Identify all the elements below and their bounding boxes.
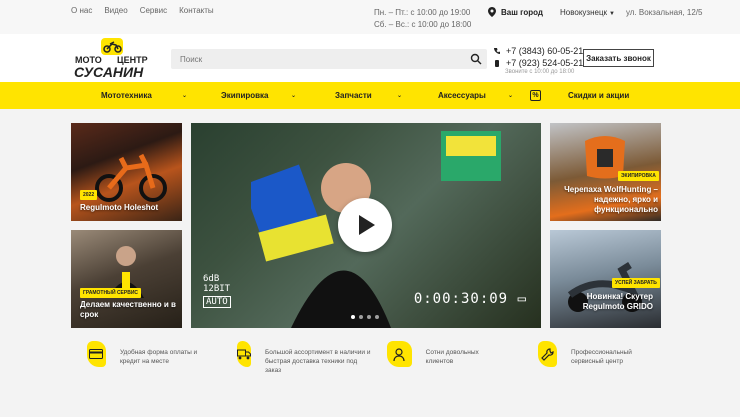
nav-label: Экипировка — [221, 91, 269, 100]
feature-text: Большой ассортимент в наличии и быстрая … — [265, 349, 371, 374]
camera-osd: 6dB 12BIT AUTO — [203, 274, 231, 308]
chevron-down-icon: ⌄ — [291, 93, 297, 99]
top-link-video[interactable]: Видео — [104, 6, 127, 15]
top-links: О нас Видео Сервис Контакты — [71, 6, 214, 15]
card-icon — [87, 341, 106, 367]
timecode: 0:00:30:09 ▭ — [414, 291, 527, 307]
phones: +7 (3843) 60-05-21 +7 (923) 524-05-21 Зв… — [494, 45, 583, 75]
slider-dot[interactable] — [375, 315, 379, 319]
phone-1[interactable]: +7 (3843) 60-05-21 — [506, 46, 583, 56]
feature-delivery: Большой ассортимент в наличии и быстрая … — [237, 341, 372, 375]
search-input[interactable] — [171, 49, 451, 70]
features-strip: Удобная форма оплаты и кредит на месте Б… — [0, 341, 740, 401]
city-select[interactable]: Новокузнецк ▼ — [560, 8, 615, 17]
phone-icon — [494, 47, 500, 54]
phone-row-2[interactable]: +7 (923) 524-05-21 — [494, 57, 583, 69]
hours-weekend: Сб. – Вс.: с 10:00 до 18:00 — [374, 20, 472, 29]
address: ул. Вокзальная, 12/5 — [625, 7, 703, 17]
search-icon[interactable] — [470, 53, 482, 65]
top-link-contacts[interactable]: Контакты — [179, 6, 214, 15]
promo-tile-grido[interactable]: Успей забрать Новинка! Скутер Regulmoto … — [550, 230, 661, 328]
tile-badge: Грамотный сервис — [80, 288, 142, 298]
working-hours: Пн. – Пт.: с 10:00 до 19:00 Сб. – Вс.: с… — [374, 7, 471, 31]
nav-item-moto[interactable]: Мототехника ⌄ — [101, 82, 187, 109]
video-player[interactable]: 6dB 12BIT AUTO 0:00:30:09 ▭ — [191, 123, 541, 328]
osd-db: 6dB — [203, 274, 220, 284]
slider-dot[interactable] — [367, 315, 371, 319]
person-icon — [387, 341, 412, 367]
feature-payment: Удобная форма оплаты и кредит на месте — [87, 341, 217, 367]
truck-icon — [237, 341, 251, 367]
promo-tile-wolfhunting[interactable]: Экипировка Черепаха WolfHunting – надежн… — [550, 123, 661, 221]
nav-label: Скидки и акции — [568, 91, 630, 100]
top-link-about[interactable]: О нас — [71, 6, 92, 15]
promo-tile-service[interactable]: Грамотный сервис Делаем качественно и в … — [71, 230, 182, 328]
feature-service: Профессиональный сервисный центр — [538, 341, 658, 367]
chevron-down-icon: ⌄ — [182, 93, 188, 99]
tile-badge: 2022 — [80, 190, 98, 200]
play-icon — [359, 215, 375, 235]
location-pin-icon — [488, 7, 496, 17]
slider-dot[interactable] — [351, 315, 355, 319]
tile-title: Regulmoto Holeshot — [80, 203, 159, 212]
main-nav: Мототехника ⌄ Экипировка ⌄ Запчасти ⌄ Аксес… — [0, 82, 740, 109]
motorcycle-image — [95, 153, 167, 202]
slider-dots — [351, 315, 379, 319]
tile-title: Новинка! Скутер Regulmoto GRIDO — [582, 292, 653, 311]
poster-image — [441, 131, 501, 181]
tile-badge: Экипировка — [618, 171, 659, 181]
nav-label: Мототехника — [101, 91, 152, 100]
mobile-phone-icon — [495, 59, 499, 67]
wrench-icon — [538, 341, 557, 367]
nav-item-parts[interactable]: Запчасти ⌄ — [335, 82, 402, 109]
osd-bit: 12BIT — [203, 284, 231, 294]
nav-label: Аксессуары — [438, 91, 486, 100]
tile-title: Делаем качественно и в срок — [80, 300, 176, 319]
phone-row-1[interactable]: +7 (3843) 60-05-21 — [494, 45, 583, 57]
nav-label: Запчасти — [335, 91, 372, 100]
city-label: Ваш город — [501, 7, 543, 17]
percent-icon: % — [530, 90, 541, 101]
top-bar: О нас Видео Сервис Контакты Пн. – Пт.: с… — [0, 0, 740, 34]
chevron-down-icon: ⌄ — [508, 93, 514, 99]
phone-2[interactable]: +7 (923) 524-05-21 — [506, 58, 583, 68]
hours-weekdays: Пн. – Пт.: с 10:00 до 19:00 — [374, 8, 471, 17]
call-hours-note: Звоните с 10:00 до 18:00 — [505, 69, 575, 75]
feature-clients: Сотни довольных клиентов — [387, 341, 507, 367]
feature-text: Профессиональный сервисный центр — [570, 349, 632, 365]
slider-dot[interactable] — [359, 315, 363, 319]
play-button[interactable] — [338, 198, 392, 252]
battery-icon: ▭ — [517, 291, 527, 307]
tile-badge: Успей забрать — [612, 278, 660, 288]
top-link-service[interactable]: Сервис — [140, 6, 167, 15]
nav-item-sales[interactable]: Скидки и акции — [568, 82, 629, 109]
feature-text: Удобная форма оплаты и кредит на месте — [119, 349, 198, 365]
order-call-button[interactable]: Заказать звонок — [583, 49, 654, 67]
search-bar — [171, 49, 487, 70]
promo-tile-holeshot[interactable]: 2022 Regulmoto Holeshot — [71, 123, 182, 221]
osd-auto: AUTO — [203, 296, 231, 308]
tile-title: Черепаха WolfHunting – надежно, ярко и ф… — [564, 185, 658, 214]
svg-text:СУСАНИН: СУСАНИН — [74, 64, 144, 80]
nav-item-accessories[interactable]: Аксессуары ⌄ — [438, 82, 513, 109]
chevron-down-icon: ▼ — [609, 10, 615, 17]
city-value: Новокузнецк — [559, 7, 608, 17]
site-logo[interactable]: МОТО ЦЕНТР СУСАНИН — [72, 36, 162, 80]
chevron-down-icon: ⌄ — [397, 93, 403, 99]
timecode-value: 0:00:30:09 — [413, 291, 509, 307]
city-box: Ваш город Новокузнецк ▼ ул. Вокзальная, 1… — [488, 7, 702, 17]
feature-text: Сотни довольных клиентов — [425, 349, 479, 365]
nav-item-equipment[interactable]: Экипировка ⌄ — [221, 82, 296, 109]
